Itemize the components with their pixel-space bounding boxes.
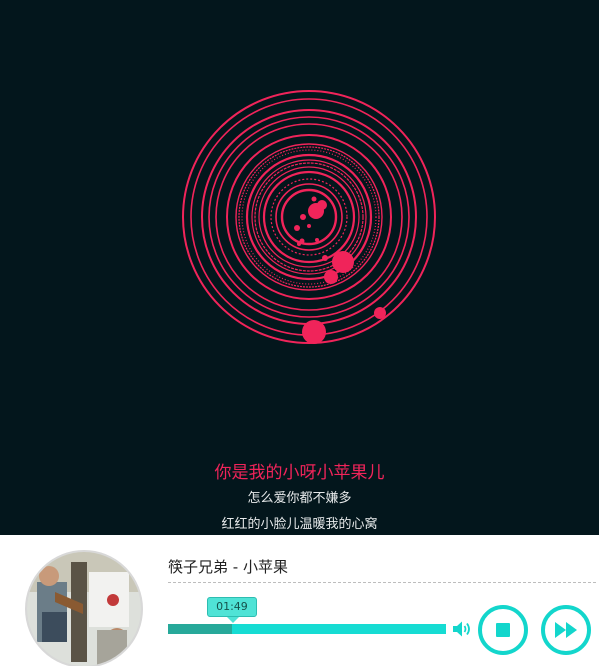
- volume-icon[interactable]: [452, 620, 472, 638]
- next-track-button[interactable]: [541, 605, 591, 655]
- visualizer-stage: 你是我的小呀小苹果儿 怎么爱你都不嫌多 红红的小脸儿温暖我的心窝: [0, 0, 599, 535]
- divider: [168, 582, 596, 583]
- stop-icon: [496, 623, 510, 637]
- lyric-current-line: 你是我的小呀小苹果儿: [214, 463, 385, 483]
- fast-forward-icon: [555, 622, 577, 638]
- stop-button[interactable]: [478, 605, 528, 655]
- vinyl-visualizer: [182, 90, 436, 344]
- song-title: 筷子兄弟 - 小苹果: [168, 558, 288, 576]
- player-bar: 筷子兄弟 - 小苹果 01:49: [0, 535, 599, 666]
- progress-bar[interactable]: [168, 624, 446, 634]
- album-cover: [25, 550, 143, 666]
- album-cover-image: [27, 552, 141, 666]
- progress-played: [168, 624, 232, 634]
- current-time-tooltip: 01:49: [206, 597, 257, 623]
- lyric-following-line: 红红的小脸儿温暖我的心窝: [221, 517, 378, 532]
- lyrics-panel: 你是我的小呀小苹果儿 怎么爱你都不嫌多 红红的小脸儿温暖我的心窝: [0, 460, 599, 535]
- lyric-next-line: 怎么爱你都不嫌多: [247, 491, 352, 506]
